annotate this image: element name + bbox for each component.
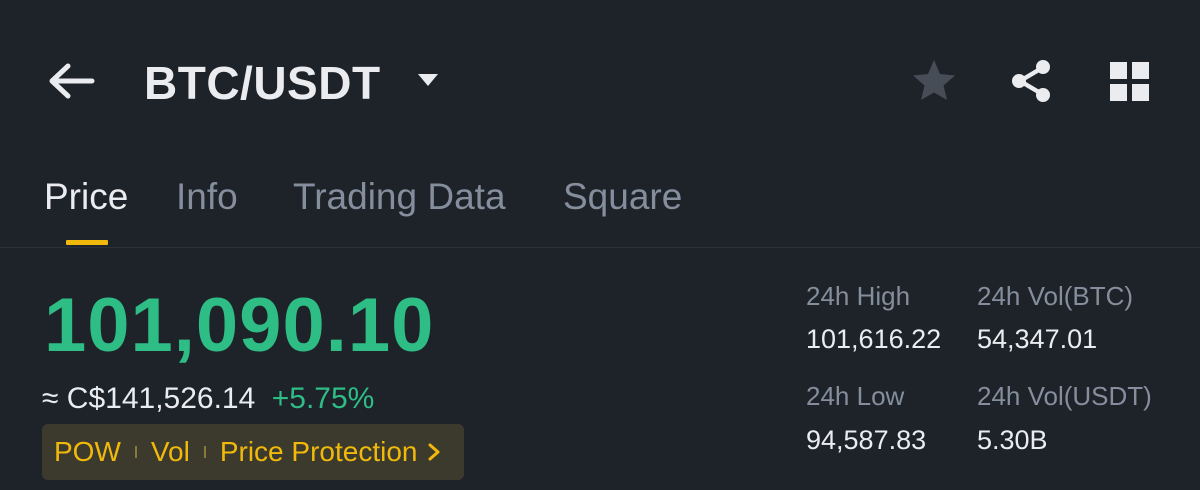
- stat-24h-high-value: 101,616.22: [806, 324, 942, 354]
- caret-down-icon: [418, 74, 438, 86]
- tag-price-protection[interactable]: Price Protection: [220, 436, 418, 468]
- grid-icon: [1110, 62, 1149, 101]
- fiat-row: ≈ C$141,526.14 +5.75%: [42, 382, 374, 416]
- favorite-button[interactable]: [910, 57, 958, 105]
- pair-dropdown-button[interactable]: [416, 70, 440, 90]
- layout-grid-button[interactable]: [1108, 60, 1152, 104]
- back-button[interactable]: [46, 60, 96, 102]
- stat-24h-vol-usdt-value: 5.30B: [977, 425, 1048, 455]
- stat-24h-high-label: 24h High: [806, 281, 911, 311]
- star-icon: [913, 60, 955, 100]
- tab-price[interactable]: Price: [44, 176, 128, 218]
- chevron-right-icon[interactable]: [427, 443, 441, 461]
- pair-title[interactable]: BTC/USDT: [144, 56, 381, 110]
- stat-24h-low-value: 94,587.83: [806, 425, 927, 455]
- tab-trading-data[interactable]: Trading Data: [293, 176, 506, 218]
- price-change-percent: +5.75%: [271, 382, 375, 415]
- stat-24h-vol-usdt-label: 24h Vol(USDT): [977, 381, 1152, 411]
- divider: [0, 247, 1200, 248]
- active-tab-indicator: [66, 240, 108, 245]
- tag-bar[interactable]: POW Vol Price Protection: [42, 424, 464, 480]
- tab-square[interactable]: Square: [563, 176, 682, 218]
- fiat-price: ≈ C$141,526.14: [42, 382, 256, 415]
- last-price: 101,090.10: [44, 283, 435, 368]
- stat-24h-vol-btc-value: 54,347.01: [977, 324, 1098, 354]
- arrow-left-icon: [49, 63, 95, 99]
- tag-separator: [134, 446, 137, 458]
- tab-info[interactable]: Info: [176, 176, 238, 218]
- stat-24h-low-label: 24h Low: [806, 381, 905, 411]
- tag-vol[interactable]: Vol: [151, 436, 190, 468]
- share-button[interactable]: [1008, 58, 1054, 104]
- tag-pow[interactable]: POW: [54, 436, 121, 468]
- top-bar: BTC/USDT: [0, 0, 1200, 160]
- stat-24h-vol-btc-label: 24h Vol(BTC): [977, 281, 1134, 311]
- tab-bar: Price Info Trading Data Square: [0, 160, 1200, 248]
- tag-separator: [203, 446, 206, 458]
- share-icon: [1012, 60, 1050, 102]
